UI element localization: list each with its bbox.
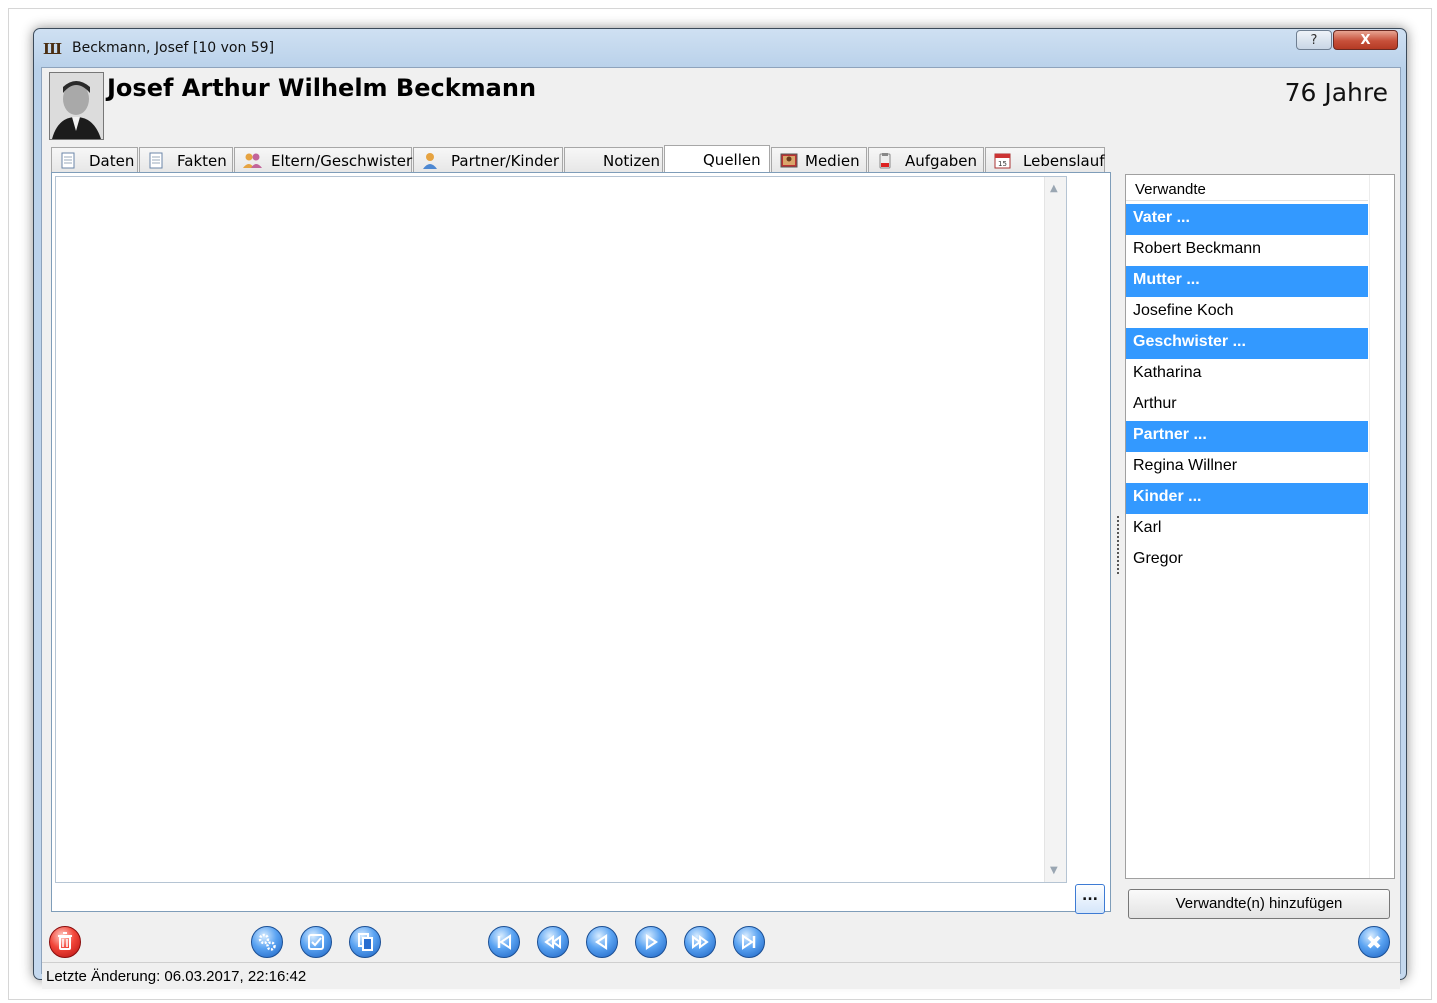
tab-daten[interactable]: Daten	[51, 147, 138, 173]
people-icon	[243, 152, 262, 169]
last-record-button[interactable]	[733, 926, 765, 958]
relatives-header: Verwandte	[1126, 175, 1368, 201]
person-window: Ш Beckmann, Josef [10 von 59] ? X Josef …	[33, 28, 1407, 989]
person-name: Josef Arthur Wilhelm Beckmann	[107, 74, 537, 102]
close-form-button[interactable]	[1358, 926, 1390, 958]
scroll-up-arrow-icon[interactable]: ▲	[1050, 183, 1058, 194]
window-close-button[interactable]: X	[1333, 30, 1398, 50]
window-title: Beckmann, Josef [10 von 59]	[72, 40, 275, 56]
skip-first-icon	[497, 934, 511, 950]
last-change-text: Letzte Änderung: 06.03.2017, 22:16:42	[46, 968, 307, 985]
tab-medien[interactable]: Medien	[771, 147, 867, 173]
next-icon	[645, 933, 658, 951]
help-button[interactable]: ?	[1296, 30, 1332, 50]
scroll-down-arrow-icon[interactable]: ▼	[1050, 865, 1058, 876]
relative-item[interactable]: Robert Beckmann	[1126, 235, 1368, 266]
document-icon	[148, 152, 164, 169]
tab-quellen[interactable]: Quellen	[664, 145, 770, 175]
title-bar[interactable]: Ш Beckmann, Josef [10 von 59] ? X	[34, 29, 1406, 67]
relatives-list: Verwandte Vater ... Robert Beckmann Mutt…	[1125, 174, 1395, 879]
relative-group-vater[interactable]: Vater ...	[1126, 204, 1368, 235]
close-icon	[1367, 935, 1381, 949]
rewind-button[interactable]	[537, 926, 569, 958]
relative-item[interactable]: Arthur	[1126, 390, 1368, 421]
previous-icon	[595, 933, 608, 951]
check-button[interactable]	[300, 926, 332, 958]
quellen-panel: ▲ ▼ ...	[51, 172, 1111, 914]
relative-group-geschwister[interactable]: Geschwister ...	[1126, 328, 1368, 359]
panel-splitter[interactable]	[1115, 172, 1123, 914]
tab-label: Daten	[89, 152, 135, 170]
tab-bar: Daten Fakten Eltern/Geschwister Partner/…	[51, 145, 1105, 175]
skip-last-icon	[742, 934, 756, 950]
tab-label: Aufgaben	[905, 152, 978, 170]
person-photo[interactable]	[49, 72, 104, 140]
fast-forward-icon	[692, 935, 709, 949]
relative-item[interactable]: Regina Willner	[1126, 452, 1368, 483]
tab-eltern-geschwister[interactable]: Eltern/Geschwister	[234, 147, 412, 173]
relative-item[interactable]: Josefine Koch	[1126, 297, 1368, 328]
client-area: Josef Arthur Wilhelm Beckmann 76 Jahre D…	[41, 67, 1401, 989]
person-age: 76 Jahre	[1284, 78, 1388, 107]
next-button[interactable]	[635, 926, 667, 958]
relative-item[interactable]: Karl	[1126, 514, 1368, 545]
splitter-grip[interactable]	[1117, 516, 1122, 574]
checkbox-icon	[308, 934, 324, 950]
calendar-icon-day: 15	[998, 160, 1007, 168]
tab-aufgaben[interactable]: Aufgaben	[868, 147, 984, 173]
tab-notizen[interactable]: Notizen	[564, 147, 663, 173]
sources-text-area[interactable]: ▲ ▼	[55, 176, 1067, 883]
tab-fakten[interactable]: Fakten	[139, 147, 233, 173]
relative-item[interactable]: Gregor	[1126, 545, 1368, 576]
settings-button[interactable]	[251, 926, 283, 958]
person-icon	[422, 152, 438, 169]
editor-scrollbar[interactable]: ▲ ▼	[1044, 177, 1066, 882]
record-toolbar	[42, 915, 1400, 963]
delete-button[interactable]	[49, 926, 81, 958]
document-icon	[60, 152, 76, 169]
first-record-button[interactable]	[488, 926, 520, 958]
relative-group-mutter[interactable]: Mutter ...	[1126, 266, 1368, 297]
more-options-button[interactable]: ...	[1075, 884, 1105, 914]
app-icon: Ш	[43, 39, 63, 58]
tab-partner-kinder[interactable]: Partner/Kinder	[413, 147, 563, 173]
copy-icon	[358, 933, 373, 951]
tab-lebenslauf[interactable]: 15 Lebenslauf	[985, 147, 1105, 173]
copy-button[interactable]	[349, 926, 381, 958]
rewind-icon	[544, 935, 561, 949]
fast-forward-button[interactable]	[684, 926, 716, 958]
tab-label: Quellen	[703, 151, 761, 169]
relatives-scrollbar[interactable]	[1369, 175, 1394, 878]
tab-label: Notizen	[603, 152, 661, 170]
relative-group-partner[interactable]: Partner ...	[1126, 421, 1368, 452]
clipboard-icon	[877, 152, 893, 169]
tab-label: Fakten	[177, 152, 227, 170]
tab-label: Medien	[805, 152, 860, 170]
relative-group-kinder[interactable]: Kinder ...	[1126, 483, 1368, 514]
calendar-icon: 15	[994, 152, 1011, 169]
relative-item[interactable]: Katharina	[1126, 359, 1368, 390]
previous-button[interactable]	[586, 926, 618, 958]
tab-label: Partner/Kinder	[451, 152, 559, 170]
status-bar: Letzte Änderung: 06.03.2017, 22:16:42	[42, 962, 1400, 989]
picture-icon	[780, 152, 798, 169]
gears-icon	[258, 933, 276, 951]
svg-text:Ш: Ш	[43, 40, 62, 57]
tab-label: Lebenslauf	[1023, 152, 1105, 170]
trash-icon	[58, 932, 72, 950]
tab-label: Eltern/Geschwister	[271, 152, 413, 170]
